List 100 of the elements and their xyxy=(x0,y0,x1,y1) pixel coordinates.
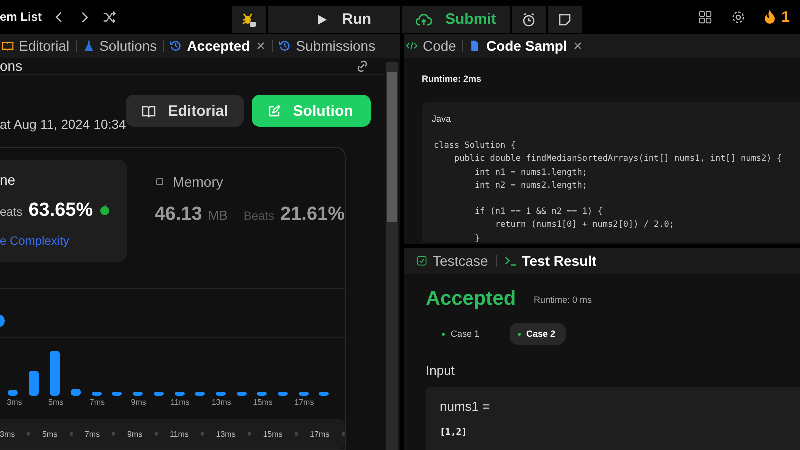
case-tab[interactable]: Case 2 xyxy=(510,323,566,345)
histogram-bar xyxy=(133,392,143,396)
axis-label: 17ms xyxy=(294,398,316,407)
panel-tab[interactable]: Test Result xyxy=(505,253,597,269)
cloud-upload-icon xyxy=(416,12,432,26)
code-line: int n2 = nums2.length; xyxy=(474,180,589,193)
axis-label: 11ms xyxy=(170,430,189,438)
alarm-clock-icon xyxy=(522,12,536,26)
submit-button[interactable]: Submit xyxy=(402,6,510,33)
settings-icon[interactable] xyxy=(730,10,746,24)
panel-tab[interactable]: Code Sampl xyxy=(469,38,568,54)
runtime-label: Runtime: 2ms xyxy=(422,74,483,84)
histogram-bar xyxy=(195,392,205,396)
code-line: int n1 = nums1.length; xyxy=(474,166,589,180)
debug-button[interactable] xyxy=(232,6,266,33)
histogram-bar xyxy=(237,392,247,396)
histogram-bar xyxy=(8,390,18,396)
panel-heading: ons xyxy=(0,58,23,74)
axis-label: 9ms xyxy=(130,398,148,407)
runtime-panel[interactable]: ne eats 63.65% e Complexity xyxy=(0,160,127,262)
panel-tab[interactable]: Submissions xyxy=(279,38,376,54)
memory-value: 46.13 xyxy=(154,204,202,226)
close-icon[interactable] xyxy=(573,41,584,51)
shuffle-icon[interactable] xyxy=(102,10,118,24)
code-line: class Solution { xyxy=(434,140,517,153)
histogram-bar xyxy=(71,389,81,396)
axis-label: 15ms xyxy=(263,430,283,438)
histogram-bar xyxy=(29,371,39,396)
memory-unit: MB xyxy=(208,208,228,223)
panel-tab[interactable]: Code xyxy=(406,38,456,54)
histogram-bar xyxy=(92,392,102,396)
parameter-value: [1,2] xyxy=(440,428,468,438)
code-line: if (n1 == 1 && n2 == 1) { xyxy=(474,206,604,220)
panel-tab[interactable]: Accepted xyxy=(170,38,250,54)
link-icon[interactable] xyxy=(355,58,370,74)
history-icon xyxy=(279,40,292,52)
book-icon xyxy=(142,104,156,118)
histogram-bar xyxy=(319,392,329,396)
code-line: } xyxy=(474,232,482,242)
axis-label: 9ms xyxy=(127,430,143,438)
code-icon xyxy=(406,40,418,52)
beats-label: eats xyxy=(0,205,23,219)
timer-button[interactable] xyxy=(512,6,546,33)
result-status: Accepted xyxy=(426,288,516,311)
history-icon xyxy=(170,40,182,52)
range-overview[interactable]: 3ms 5ms 7ms 9ms 11ms 13ms 15ms 17ms xyxy=(0,419,345,449)
axis-label: 5ms xyxy=(42,430,58,438)
submission-date: at Aug 11, 2024 10:34 xyxy=(0,116,126,132)
axis-label: 7ms xyxy=(84,430,100,438)
panel-tab[interactable]: Testcase xyxy=(416,253,488,269)
run-button[interactable]: Run xyxy=(268,6,400,33)
book-icon xyxy=(2,40,14,52)
histogram-bar xyxy=(216,392,226,396)
terminal-icon xyxy=(505,255,518,267)
axis-label: 3ms xyxy=(6,398,24,407)
axis-label: 5ms xyxy=(48,398,65,407)
apple-icon xyxy=(99,204,112,216)
file-icon xyxy=(469,40,482,52)
axis-label: 17ms xyxy=(310,430,330,438)
runtime-beats: 63.65% xyxy=(28,200,94,222)
memory-beats: 21.61% xyxy=(280,204,345,226)
language-label: Java xyxy=(432,114,452,124)
histogram-bar xyxy=(112,392,122,396)
memory-title: Memory xyxy=(172,174,224,190)
note-icon xyxy=(558,12,572,26)
histogram-bar xyxy=(50,351,60,396)
input-heading: Input xyxy=(426,363,456,378)
streak-counter[interactable]: 1 xyxy=(764,8,790,26)
beats-label: Beats xyxy=(244,209,275,223)
histogram-bar xyxy=(175,392,185,396)
editorial-button[interactable]: Editorial xyxy=(126,95,244,127)
code-line: public double findMedianSortedArrays(int[] nums1, int[] nums2) { xyxy=(453,153,783,166)
edit-icon xyxy=(268,104,282,118)
streak-count: 1 xyxy=(782,8,790,26)
axis-label: 13ms xyxy=(216,430,236,438)
axis-label: 11ms xyxy=(170,398,191,407)
note-button[interactable] xyxy=(548,6,582,33)
checkbox-icon xyxy=(416,255,428,267)
axis-label: 13ms xyxy=(210,398,232,407)
histogram-bar xyxy=(154,392,164,396)
axis-label: 7ms xyxy=(88,398,106,407)
scrollbar[interactable] xyxy=(386,62,398,450)
complexity-link[interactable]: e Complexity xyxy=(0,234,127,248)
parameter-name: nums1 = xyxy=(440,399,492,414)
close-icon[interactable] xyxy=(256,41,266,51)
axis-label: 15ms xyxy=(252,398,274,407)
runtime-title: ne xyxy=(0,172,17,188)
panel-tab[interactable]: Solutions xyxy=(82,38,158,54)
flask-icon xyxy=(82,40,95,52)
code-line: return (nums1[0] + nums2[0]) / 2.0; xyxy=(494,219,676,232)
grid-icon[interactable] xyxy=(698,10,713,24)
histogram-bar xyxy=(257,392,267,396)
chip-icon xyxy=(154,177,165,187)
histogram-bar xyxy=(278,392,288,396)
panel-tab[interactable]: Editorial xyxy=(2,38,70,54)
case-tab[interactable]: Case 1 xyxy=(434,323,490,345)
histogram-bar xyxy=(299,392,309,396)
problem-list-title[interactable]: em List xyxy=(0,10,42,24)
axis-label: 3ms xyxy=(0,430,16,438)
play-icon xyxy=(316,14,328,26)
